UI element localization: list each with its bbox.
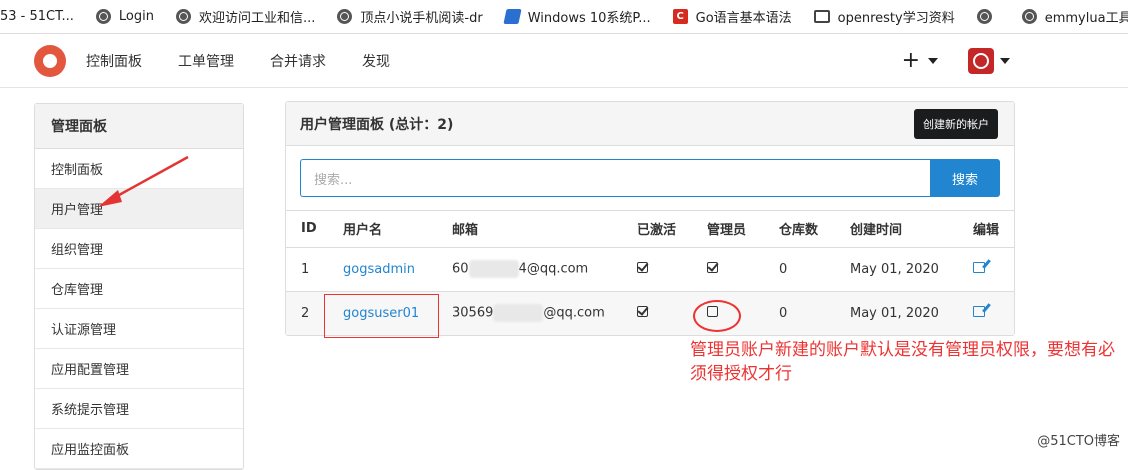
bookmark-6[interactable]: openresty学习资料 — [814, 7, 955, 26]
cell-email: 604@qq.com — [437, 247, 622, 291]
top-navbar: 控制面板 工单管理 合并请求 发现 + — [0, 34, 1128, 88]
sidebar-item-dashboard[interactable]: 控制面板 — [35, 149, 243, 189]
sidebar-item-users[interactable]: 用户管理 — [35, 189, 243, 229]
edit-icon[interactable] — [973, 306, 985, 317]
bookmark-4[interactable]: Windows 10系统P... — [505, 7, 651, 26]
cell-edit — [958, 247, 1014, 291]
panel-title: 用户管理面板 (总计：2) — [300, 114, 453, 134]
panel-header: 用户管理面板 (总计：2) 创建新的帐户 — [286, 102, 1014, 146]
globe-icon — [1022, 9, 1037, 24]
book-icon — [814, 10, 830, 23]
bookmark-0[interactable]: 53 - 51CT... — [0, 9, 74, 24]
bookmark-1[interactable]: Login — [96, 9, 154, 24]
globe-icon — [337, 9, 352, 24]
create-account-button[interactable]: 创建新的帐户 — [914, 109, 998, 139]
cell-created: May 01, 2020 — [835, 247, 958, 291]
cell-username: gogsadmin — [328, 247, 437, 291]
annotation-ellipse — [693, 300, 741, 332]
nav-pulls[interactable]: 合并请求 — [270, 51, 326, 71]
col-admin: 管理员 — [692, 211, 764, 247]
col-edit: 编辑 — [958, 211, 1014, 247]
sidebar-item-config[interactable]: 应用配置管理 — [35, 349, 243, 389]
nav-right: + — [902, 48, 1010, 74]
cell-repos: 0 — [764, 291, 835, 335]
avatar[interactable] — [968, 48, 994, 74]
bookmarks-bar: 53 - 51CT... Login 欢迎访问工业和信... 顶点小说手机阅读-… — [0, 0, 1128, 34]
chevron-down-icon[interactable] — [1000, 58, 1010, 64]
bookmark-7[interactable] — [977, 9, 1000, 24]
masked-region — [493, 304, 543, 322]
col-created: 创建时间 — [835, 211, 958, 247]
c-icon: C — [673, 9, 688, 24]
col-activated: 已激活 — [622, 211, 692, 247]
cell-id: 2 — [286, 291, 328, 335]
plus-icon[interactable]: + — [902, 50, 920, 72]
cell-edit — [958, 291, 1014, 335]
admin-sidebar: 管理面板 控制面板 用户管理 组织管理 仓库管理 认证源管理 应用配置管理 系统… — [34, 103, 244, 470]
sidebar-item-monitor[interactable]: 应用监控面板 — [35, 429, 243, 469]
sidebar-item-orgs[interactable]: 组织管理 — [35, 229, 243, 269]
checkbox-checked-icon — [707, 262, 718, 273]
sidebar-item-auths[interactable]: 认证源管理 — [35, 309, 243, 349]
search-button[interactable]: 搜索 — [930, 159, 1000, 197]
cell-id: 1 — [286, 247, 328, 291]
bookmark-3[interactable]: 顶点小说手机阅读-dr — [337, 7, 482, 26]
table-header-row: ID 用户名 邮箱 已激活 管理员 仓库数 创建时间 编辑 — [286, 211, 1014, 247]
search-row: 搜索... 搜索 — [286, 146, 1014, 211]
annotation-box — [324, 294, 439, 338]
bookmark-2[interactable]: 欢迎访问工业和信... — [176, 7, 315, 26]
annotation-text: 管理员账户新建的账户默认是没有管理员权限，要想有必须得授权才行 — [690, 338, 1120, 386]
sidebar-title: 管理面板 — [35, 104, 243, 149]
gogs-logo-icon[interactable] — [34, 45, 66, 77]
sidebar-item-repos[interactable]: 仓库管理 — [35, 269, 243, 309]
checkbox-checked-icon — [637, 306, 648, 317]
col-email: 邮箱 — [437, 211, 622, 247]
search-input[interactable]: 搜索... — [300, 159, 930, 197]
cell-activated — [622, 291, 692, 335]
edit-icon[interactable] — [973, 262, 985, 273]
cell-activated — [622, 247, 692, 291]
cell-email: 30569@qq.com — [437, 291, 622, 335]
globe-icon — [176, 9, 191, 24]
username-link[interactable]: gogsadmin — [343, 262, 415, 277]
cell-repos: 0 — [764, 247, 835, 291]
table-row: 1 gogsadmin 604@qq.com 0 May 01, 2020 — [286, 247, 1014, 291]
globe-icon — [96, 9, 111, 24]
nav-dashboard[interactable]: 控制面板 — [86, 51, 142, 71]
sidebar-item-notices[interactable]: 系统提示管理 — [35, 389, 243, 429]
masked-region — [469, 260, 519, 278]
col-repos: 仓库数 — [764, 211, 835, 247]
bookmark-5[interactable]: CGo语言基本语法 — [673, 7, 792, 26]
chevron-down-icon[interactable] — [928, 58, 938, 64]
watermark: @51CTO博客 — [1037, 430, 1120, 449]
globe-icon — [977, 9, 992, 24]
col-id: ID — [286, 211, 328, 247]
cell-created: May 01, 2020 — [835, 291, 958, 335]
bookmark-8[interactable]: emmylua工具使用... — [1022, 7, 1128, 26]
nav-issues[interactable]: 工单管理 — [178, 51, 234, 71]
nav-explore[interactable]: 发现 — [362, 51, 390, 71]
checkbox-checked-icon — [637, 262, 648, 273]
col-username: 用户名 — [328, 211, 437, 247]
cell-admin — [692, 247, 764, 291]
page-icon — [503, 9, 521, 24]
